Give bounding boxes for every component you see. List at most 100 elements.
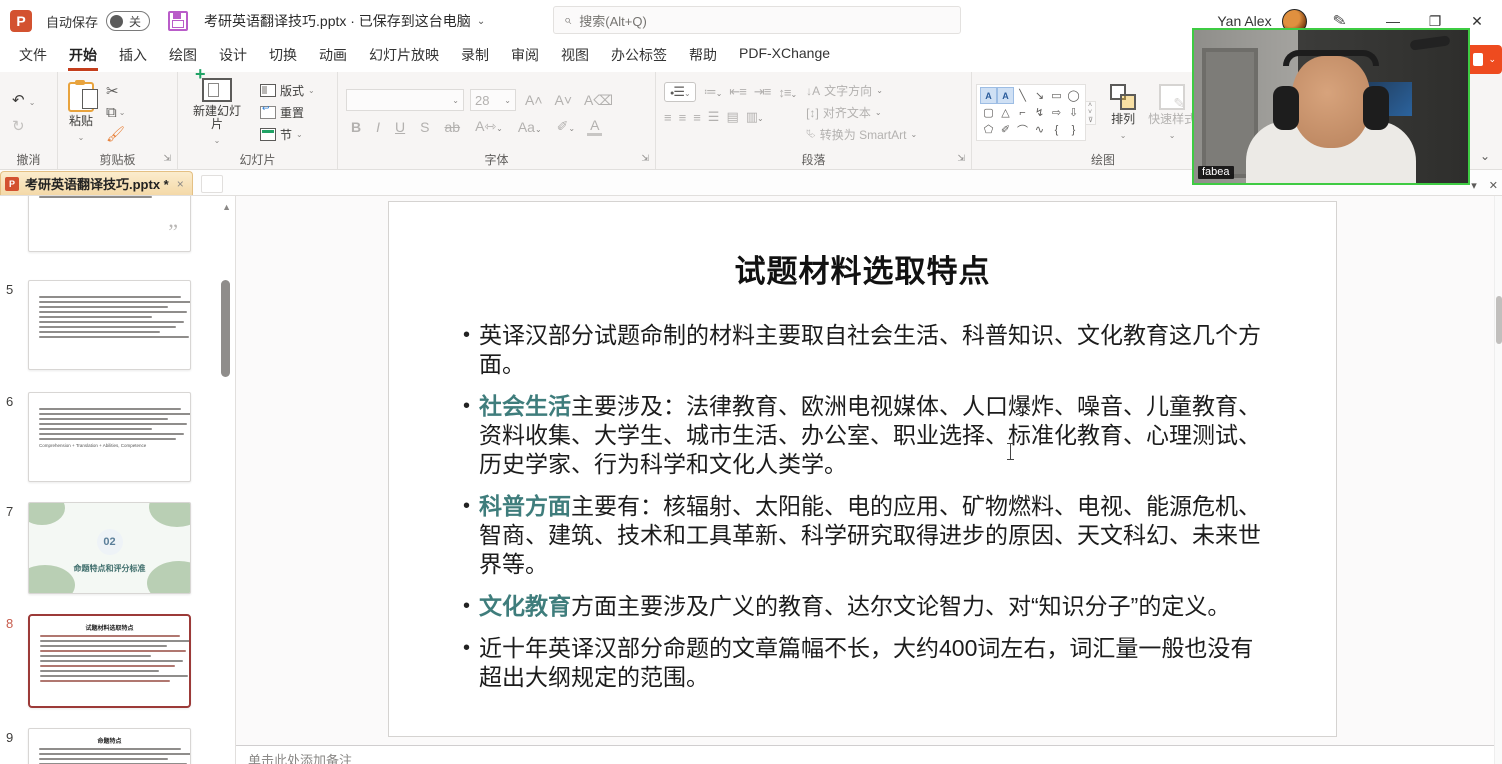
dialog-launcher-icon[interactable]: ⇲ xyxy=(957,153,965,164)
shape-option-icon[interactable]: ⇩ xyxy=(1065,104,1082,121)
change-case-button[interactable]: Aa⌄ xyxy=(515,119,545,135)
notes-pane[interactable]: 单击此处添加备注 xyxy=(236,745,1494,764)
panel-scrollbar-thumb[interactable] xyxy=(221,280,230,377)
dialog-launcher-icon[interactable]: ⇲ xyxy=(641,153,649,164)
menu-item-PDF-XChange[interactable]: PDF-XChange xyxy=(728,42,841,67)
panel-scroll-up-icon[interactable]: ▲ xyxy=(222,202,231,212)
slide-thumbnail[interactable]: ” xyxy=(28,196,191,252)
slide-thumbnail-7[interactable]: 02命题特点和评分标准 xyxy=(28,502,191,594)
menu-item-幻灯片放映[interactable]: 幻灯片放映 xyxy=(358,42,450,71)
font-color-button[interactable]: A xyxy=(587,117,602,136)
smartart-button[interactable]: ⮱ 转换为 SmartArt⌄ xyxy=(806,126,917,143)
decrease-indent-button[interactable]: ⇤≡ xyxy=(729,84,745,100)
shape-option-icon[interactable]: ✐ xyxy=(997,121,1014,138)
autosave-toggle[interactable]: 关 xyxy=(106,11,150,31)
shape-option-icon[interactable]: ⬠ xyxy=(980,121,997,138)
bold-button[interactable]: B xyxy=(348,119,364,135)
shape-option-icon[interactable]: ╲ xyxy=(1014,87,1031,104)
underline-button[interactable]: U xyxy=(392,119,408,135)
shape-option-icon[interactable]: ∿ xyxy=(1031,121,1048,138)
slide-thumbnail-6[interactable]: Comprehension + Translation + Abilities,… xyxy=(28,392,191,482)
shape-option-icon[interactable]: ◯ xyxy=(1065,87,1082,104)
new-tab-button[interactable] xyxy=(201,175,223,193)
justify-button[interactable]: ☰ xyxy=(708,109,719,125)
line-spacing-button[interactable]: ↕≡⌄ xyxy=(778,85,796,100)
shape-option-icon[interactable]: A xyxy=(997,87,1014,104)
menu-item-文件[interactable]: 文件 xyxy=(8,42,58,71)
paste-button[interactable]: 粘贴 ⌄ xyxy=(62,80,100,146)
dialog-launcher-icon[interactable]: ⇲ xyxy=(163,153,171,164)
slide-bullets[interactable]: •英译汉部分试题命制的材料主要取自社会生活、科普知识、文化教育这几个方面。•社会… xyxy=(463,321,1264,692)
align-text-button[interactable]: [↕] 对齐文本⌄ xyxy=(806,104,917,121)
user-name[interactable]: Yan Alex xyxy=(1217,13,1271,29)
shape-option-icon[interactable]: ▢ xyxy=(980,104,997,121)
text-direction-button[interactable]: ↓A 文字方向⌄ xyxy=(806,82,917,99)
shadow-button[interactable]: S xyxy=(417,119,432,135)
save-icon[interactable] xyxy=(168,11,188,31)
align-left-button[interactable]: ≡ xyxy=(664,110,671,125)
format-painter-button[interactable]: 🖌 xyxy=(106,125,125,143)
tab-close-icon[interactable]: × xyxy=(177,177,184,191)
bullets-button[interactable]: 🞄☰⌄ xyxy=(664,82,696,102)
document-title[interactable]: 考研英语翻译技巧.pptx · 已保存到这台电脑 ⌄ xyxy=(204,11,485,31)
menu-item-插入[interactable]: 插入 xyxy=(108,42,158,71)
redo-icon[interactable]: ↻ xyxy=(12,117,35,135)
menu-item-办公标签[interactable]: 办公标签 xyxy=(600,42,678,71)
shape-option-icon[interactable]: ⇨ xyxy=(1048,104,1065,121)
scroll-down-icon[interactable]: ˅ xyxy=(1088,109,1093,116)
font-name-combo[interactable]: ⌄ xyxy=(346,89,464,111)
tabbar-close-icon[interactable]: ✕ xyxy=(1489,179,1498,192)
align-center-button[interactable]: ≡ xyxy=(679,110,686,125)
shape-option-icon[interactable]: A xyxy=(980,87,997,104)
new-slide-button[interactable]: 新建幻灯片 ⌄ xyxy=(182,76,252,149)
distribute-button[interactable]: ▤ xyxy=(726,109,737,125)
tab-list-dropdown-icon[interactable]: ▾ xyxy=(1471,179,1477,192)
shapes-scroll[interactable]: ˄ ˅ ⊽ xyxy=(1086,101,1096,125)
shape-option-icon[interactable]: } xyxy=(1065,121,1082,138)
collapse-ribbon-icon[interactable]: ⌄ xyxy=(1480,149,1490,163)
slide-thumbnail-5[interactable] xyxy=(28,280,191,370)
shapes-gallery[interactable]: AA╲↘▭◯▢△⌐↯⇨⇩⬠✐⌒∿{} xyxy=(976,84,1086,141)
font-size-combo[interactable]: 28⌄ xyxy=(470,89,516,111)
strikethrough-button[interactable]: ab xyxy=(441,119,463,135)
align-right-button[interactable]: ≡ xyxy=(693,110,700,125)
section-button[interactable]: 节⌄ xyxy=(260,126,315,143)
italic-button[interactable]: I xyxy=(373,119,383,135)
gallery-more-icon[interactable]: ⊽ xyxy=(1088,116,1093,124)
copy-button[interactable]: ⧉⌄ xyxy=(106,104,125,121)
document-tab[interactable]: P 考研英语翻译技巧.pptx * × xyxy=(0,171,193,195)
clear-format-button[interactable]: A⌫ xyxy=(581,92,616,109)
main-scrollbar[interactable] xyxy=(1494,196,1502,764)
menu-item-开始[interactable]: 开始 xyxy=(58,42,108,71)
menu-item-设计[interactable]: 设计 xyxy=(208,42,258,71)
menu-item-视图[interactable]: 视图 xyxy=(550,42,600,71)
increase-indent-button[interactable]: ⇥≡ xyxy=(754,84,770,100)
main-scrollbar-thumb[interactable] xyxy=(1496,296,1502,344)
shape-option-icon[interactable]: ⌐ xyxy=(1014,104,1031,121)
menu-item-录制[interactable]: 录制 xyxy=(450,42,500,71)
layout-button[interactable]: 版式⌄ xyxy=(260,82,315,99)
menu-item-动画[interactable]: 动画 xyxy=(308,42,358,71)
menu-item-帮助[interactable]: 帮助 xyxy=(678,42,728,71)
slide-thumbnail-9[interactable]: 命题特点 xyxy=(28,728,191,764)
shape-option-icon[interactable]: ↘ xyxy=(1031,87,1048,104)
slide-title[interactable]: 试题材料选取特点 xyxy=(389,246,1336,291)
grow-font-button[interactable]: A˄ xyxy=(522,92,546,108)
shape-option-icon[interactable]: ⌒ xyxy=(1014,121,1031,138)
arrange-button[interactable]: 排列 ⌄ xyxy=(1104,82,1142,144)
slide-canvas[interactable]: 试题材料选取特点 •英译汉部分试题命制的材料主要取自社会生活、科普知识、文化教育… xyxy=(236,196,1494,745)
shrink-font-button[interactable]: A˅ xyxy=(552,92,576,108)
text-highlight-button[interactable]: ✐⌄ xyxy=(554,118,578,135)
char-spacing-button[interactable]: A⇿⌄ xyxy=(472,118,506,135)
shape-option-icon[interactable]: ↯ xyxy=(1031,104,1048,121)
numbering-button[interactable]: ≔⌄ xyxy=(704,84,722,100)
columns-button[interactable]: ▥⌄ xyxy=(746,109,763,125)
cut-button[interactable]: ✂ xyxy=(106,82,125,100)
shape-option-icon[interactable]: { xyxy=(1048,121,1065,138)
current-slide[interactable]: 试题材料选取特点 •英译汉部分试题命制的材料主要取自社会生活、科普知识、文化教育… xyxy=(388,201,1337,737)
undo-icon[interactable]: ↶ ⌄ xyxy=(12,91,35,109)
shape-option-icon[interactable]: ▭ xyxy=(1048,87,1065,104)
menu-item-切换[interactable]: 切换 xyxy=(258,42,308,71)
slide-thumbnail-8[interactable]: 试题材料选取特点 xyxy=(28,614,191,708)
search-input[interactable]: ⌕ 搜索(Alt+Q) xyxy=(553,6,961,34)
